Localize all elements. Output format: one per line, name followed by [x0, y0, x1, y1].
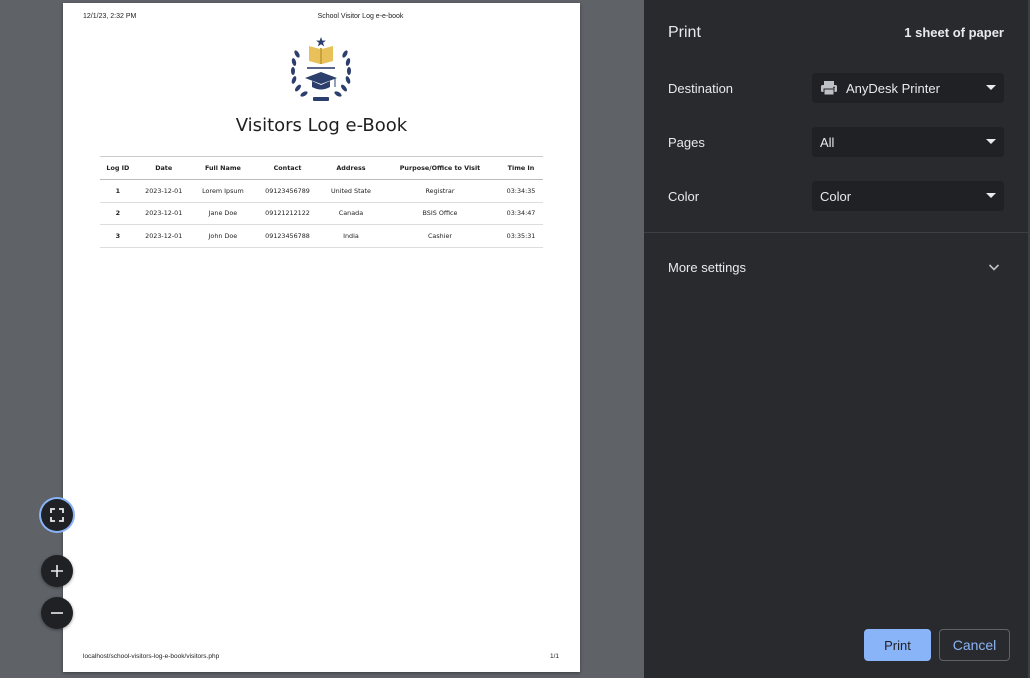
document-title: Visitors Log e-Book	[235, 115, 408, 136]
fit-to-page-button[interactable]	[41, 499, 73, 531]
cell-date: 2023-12-01	[135, 179, 192, 203]
column-header: Log ID	[100, 156, 136, 180]
column-header: Purpose/Office to Visit	[380, 156, 500, 180]
zoom-in-button[interactable]	[41, 555, 73, 587]
visitors-log-table: Log ID Date Full Name Contact Address Pu…	[100, 156, 543, 248]
table-header-row: Log ID Date Full Name Contact Address Pu…	[100, 156, 543, 180]
cell-time-in: 03:34:47	[499, 202, 543, 225]
cell-address: United State	[320, 179, 381, 203]
print-button[interactable]: Print	[864, 629, 931, 661]
expand-chevron-icon[interactable]	[988, 262, 1000, 272]
pages-select[interactable]: All	[812, 127, 1004, 157]
pages-value: All	[820, 134, 835, 150]
cell-contact: 09123456789	[254, 179, 321, 203]
zoom-out-button[interactable]	[41, 597, 73, 629]
cell-date: 2023-12-01	[135, 224, 192, 248]
cell-full-name: Jane Doe	[191, 202, 255, 225]
school-logo	[291, 37, 351, 101]
cell-purpose: Registrar	[380, 179, 500, 203]
column-header: Time In	[499, 156, 543, 180]
destination-select[interactable]: AnyDesk Printer	[812, 73, 1004, 103]
printer-icon	[821, 81, 837, 96]
cell-purpose: Cashier	[380, 224, 500, 248]
cell-log-id: 2	[100, 202, 136, 225]
color-select[interactable]: Color	[812, 181, 1004, 211]
section-divider	[644, 232, 1030, 233]
print-settings-sidebar: Print 1 sheet of paper Destination AnyDe…	[644, 0, 1030, 678]
cell-time-in: 03:34:35	[499, 179, 543, 203]
cell-date: 2023-12-01	[135, 202, 192, 225]
chevron-down-icon	[986, 193, 996, 198]
cell-full-name: John Doe	[191, 224, 255, 248]
destination-value: AnyDesk Printer	[846, 80, 940, 96]
column-header: Full Name	[191, 156, 255, 180]
table-row: 3 2023-12-01 John Doe 09123456788 India …	[100, 224, 543, 248]
column-header: Contact	[254, 156, 321, 180]
zoom-out-icon	[51, 612, 63, 614]
cell-full-name: Lorem Ipsum	[191, 179, 255, 203]
header-title: School Visitor Log e-e-book	[317, 13, 404, 20]
chevron-down-icon	[986, 85, 996, 90]
cell-time-in: 03:35:31	[499, 224, 543, 248]
cell-log-id: 1	[100, 179, 136, 203]
column-header: Date	[135, 156, 192, 180]
preview-page: 12/1/23, 2:32 PM School Visitor Log e-e-…	[63, 3, 580, 672]
column-header: Address	[320, 156, 381, 180]
table-row: 1 2023-12-01 Lorem Ipsum 09123456789 Uni…	[100, 179, 543, 203]
cell-address: India	[320, 224, 381, 248]
more-settings-toggle[interactable]: More settings	[668, 260, 746, 275]
color-value: Color	[820, 188, 852, 204]
print-preview-area: 12/1/23, 2:32 PM School Visitor Log e-e-…	[0, 0, 644, 678]
color-label: Color	[668, 189, 700, 204]
cancel-button[interactable]: Cancel	[939, 629, 1010, 661]
footer-page-number: 1/1	[549, 653, 559, 660]
cell-purpose: BSIS Office	[380, 202, 500, 225]
cell-address: Canada	[320, 202, 381, 225]
destination-label: Destination	[668, 81, 734, 96]
cell-contact: 09121212122	[254, 202, 321, 225]
table-row: 2 2023-12-01 Jane Doe 09121212122 Canada…	[100, 202, 543, 225]
cell-contact: 09123456788	[254, 224, 321, 248]
fit-to-page-icon	[50, 508, 64, 522]
zoom-in-icon	[51, 565, 63, 577]
footer-url: localhost/school-visitors-log-e-book/vis…	[83, 653, 220, 660]
sheet-count: 1 sheet of paper	[904, 25, 1004, 40]
print-dialog-title: Print	[668, 24, 701, 41]
cell-log-id: 3	[100, 224, 136, 248]
chevron-down-icon	[986, 139, 996, 144]
pages-label: Pages	[668, 135, 705, 150]
